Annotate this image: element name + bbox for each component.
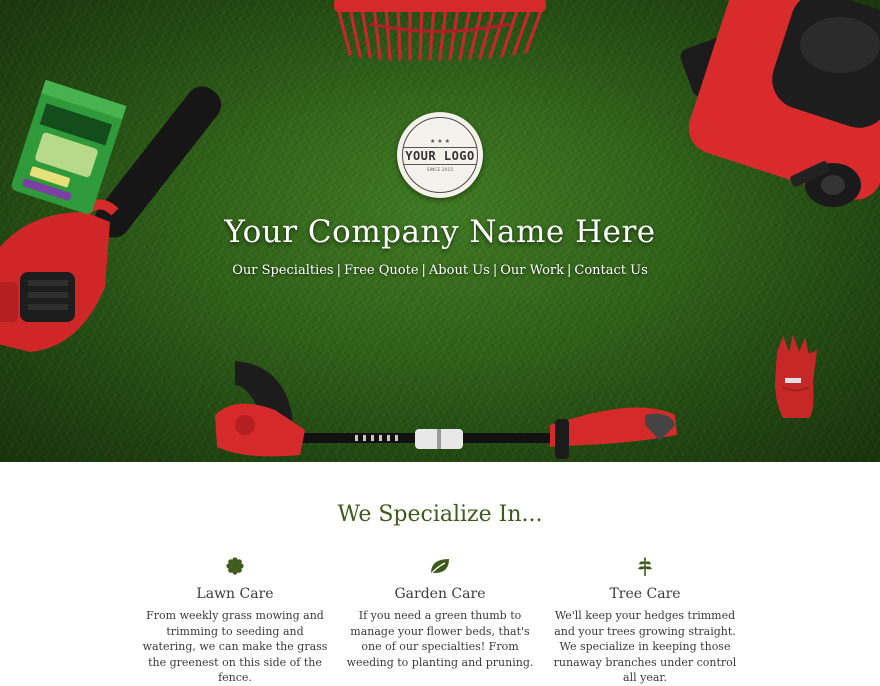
company-logo[interactable]: ★ ★ ★ YOUR LOGO SINCE 2015 [397, 112, 483, 198]
rake-image [334, 0, 546, 61]
nav-separator: | [421, 263, 426, 278]
logo-stars: ★ ★ ★ [430, 137, 450, 145]
specialty-lawn-care: Lawn Care From weekly grass mowing and t… [140, 556, 330, 686]
nav-separator: | [336, 263, 341, 278]
nav-separator: | [492, 263, 498, 278]
tree-icon [550, 556, 740, 576]
glove-image [775, 334, 817, 418]
specialties-columns: Lawn Care From weekly grass mowing and t… [140, 556, 740, 686]
specialties-title: We Specialize In... [337, 502, 543, 527]
company-name-heading: Your Company Name Here [224, 214, 656, 250]
specialty-description: If you need a green thumb to manage your… [346, 609, 534, 669]
specialties-section: We Specialize In... Lawn Care From weekl… [0, 462, 880, 684]
nav-link-contact-us[interactable]: Contact Us [574, 263, 647, 278]
seed-bag-image [11, 80, 127, 214]
string-trimmer-image [215, 361, 677, 459]
nav-separator: | [567, 263, 572, 278]
nav-link-about-us[interactable]: About Us [429, 263, 490, 278]
nav-link-our-work[interactable]: Our Work [500, 263, 564, 278]
flower-icon [140, 556, 330, 576]
specialty-title: Tree Care [609, 586, 681, 602]
specialty-tree-care: Tree Care We'll keep your hedges trimmed… [550, 556, 740, 686]
nav-link-our-specialties[interactable]: Our Specialties [232, 263, 333, 278]
hero-banner: ★ ★ ★ YOUR LOGO SINCE 2015 Your Company … [0, 0, 880, 462]
specialty-description: From weekly grass mowing and trimming to… [142, 609, 328, 684]
logo-text: YOUR LOGO [403, 146, 477, 165]
specialty-description: We'll keep your hedges trimmed and your … [553, 609, 737, 684]
lawn-mower-image [680, 0, 880, 207]
main-nav: Our Specialties | Free Quote | About Us | Our … [0, 263, 880, 278]
nav-link-free-quote[interactable]: Free Quote [344, 263, 419, 278]
logo-subtext: SINCE 2015 [426, 167, 454, 173]
specialty-garden-care: Garden Care If you need a green thumb to… [345, 556, 535, 686]
leaf-icon [345, 556, 535, 576]
specialty-title: Garden Care [394, 586, 486, 602]
specialty-title: Lawn Care [196, 586, 274, 602]
